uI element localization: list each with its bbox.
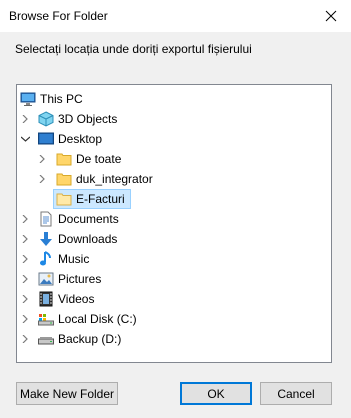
3d-objects-icon — [38, 111, 54, 127]
tree-item-this-pc[interactable]: This PC — [17, 89, 331, 109]
tree-item-pictures[interactable]: Pictures — [17, 269, 331, 289]
button-label: OK — [207, 386, 225, 401]
tree-item-label: 3D Objects — [58, 112, 118, 126]
folder-tree[interactable]: This PC 3D Objects Desktop De toate duk_… — [16, 84, 332, 363]
chevron-right-icon[interactable] — [36, 149, 48, 169]
tree-item-local-disk-c[interactable]: Local Disk (C:) — [17, 309, 331, 329]
tree-item-label: De toate — [76, 152, 122, 166]
tree-item-desktop[interactable]: Desktop — [17, 129, 331, 149]
tree-item-de-toate[interactable]: De toate — [17, 149, 331, 169]
local-disk-icon — [38, 314, 54, 326]
close-button[interactable] — [311, 0, 351, 32]
chevron-right-icon[interactable] — [19, 309, 31, 329]
tree-item-documents[interactable]: Documents — [17, 209, 331, 229]
tree-item-backup-d[interactable]: Backup (D:) — [17, 329, 331, 349]
title-bar: Browse For Folder — [0, 0, 351, 32]
instruction-text: Selectați locația unde doriți exportul f… — [15, 42, 252, 56]
tree-item-label: Backup (D:) — [58, 332, 122, 346]
chevron-right-icon[interactable] — [19, 209, 31, 229]
tree-item-label: Local Disk (C:) — [58, 312, 137, 326]
button-label: Make New Folder — [19, 386, 115, 401]
tree-item-label: Videos — [58, 292, 95, 306]
desktop-icon — [38, 132, 54, 145]
pictures-icon — [38, 272, 54, 286]
folder-icon — [56, 153, 72, 166]
tree-item-label: Desktop — [58, 132, 103, 146]
chevron-down-icon[interactable] — [19, 129, 31, 149]
tree-item-label: This PC — [40, 92, 83, 106]
make-new-folder-button[interactable]: Make New Folder — [16, 382, 118, 405]
chevron-right-icon[interactable] — [19, 269, 31, 289]
tree-item-duk-integrator[interactable]: duk_integrator — [17, 169, 331, 189]
tree-item-videos[interactable]: Videos — [17, 289, 331, 309]
chevron-right-icon[interactable] — [36, 169, 48, 189]
chevron-right-icon[interactable] — [19, 109, 31, 129]
tree-item-label: duk_integrator — [76, 172, 153, 186]
chevron-right-icon[interactable] — [19, 229, 31, 249]
tree-item-music[interactable]: Music — [17, 249, 331, 269]
tree-item-label: Documents — [58, 212, 119, 226]
tree-item-label: Music — [58, 252, 90, 266]
tree-item-label: Pictures — [58, 272, 102, 286]
music-icon — [40, 251, 51, 266]
folder-icon — [56, 173, 72, 186]
dialog-title: Browse For Folder — [9, 9, 108, 23]
computer-icon — [20, 92, 36, 106]
tree-item-label: Downloads — [58, 232, 118, 246]
documents-icon — [40, 211, 52, 227]
chevron-right-icon[interactable] — [19, 289, 31, 309]
tree-item-3d-objects[interactable]: 3D Objects — [17, 109, 331, 129]
cancel-button[interactable]: Cancel — [260, 382, 332, 405]
close-icon — [325, 10, 337, 22]
chevron-right-icon[interactable] — [19, 249, 31, 269]
videos-icon — [39, 291, 53, 307]
chevron-right-icon[interactable] — [19, 329, 31, 349]
tree-item-label: E-Facturi — [76, 192, 125, 206]
button-label: Cancel — [277, 386, 315, 401]
tree-item-e-facturi[interactable]: E-Facturi — [17, 189, 331, 209]
drive-icon — [38, 337, 54, 345]
tree-item-downloads[interactable]: Downloads — [17, 229, 331, 249]
downloads-icon — [40, 232, 52, 246]
folder-icon — [56, 193, 72, 206]
ok-button[interactable]: OK — [180, 382, 252, 405]
